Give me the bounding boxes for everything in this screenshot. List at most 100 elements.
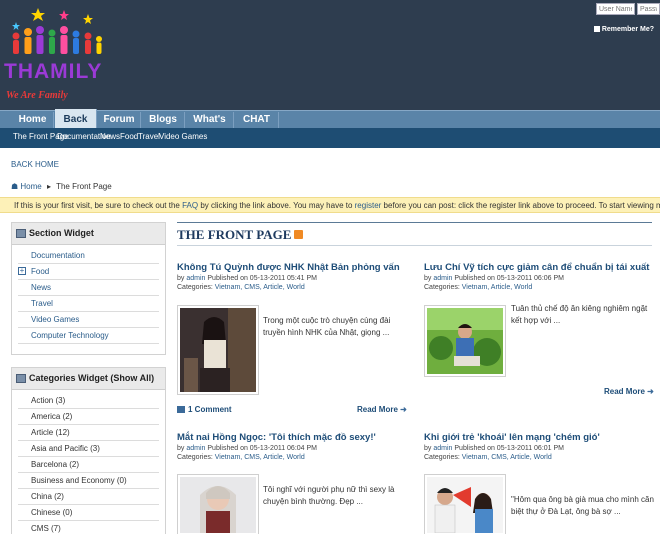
category-links[interactable]: Vietnam, Article, World [462, 284, 533, 291]
expand-plus-icon[interactable]: + [18, 267, 26, 275]
section-item-computer-technology[interactable]: Computer Technology [18, 328, 159, 344]
notice-text: If this is your first visit, be sure to … [14, 201, 183, 210]
post-excerpt: Trong một cuộc trò chuyện cùng đài truyề… [263, 316, 391, 337]
post-meta: by admin Published on 05-13-2011 06:06 P… [424, 274, 564, 292]
welcome-notice: If this is your first visit, be sure to … [0, 197, 660, 213]
categories-label: Categories: [177, 284, 213, 291]
meta-by: by [177, 275, 185, 282]
rss-icon[interactable] [294, 230, 304, 239]
category-item[interactable]: Barcelona (2) [18, 457, 159, 473]
category-item[interactable]: Action (3) [18, 393, 159, 409]
notice-text: by clicking the link above. You may have… [198, 201, 355, 210]
category-item[interactable]: America (2) [18, 409, 159, 425]
family-logo[interactable]: THAMILY We Are Family [2, 6, 110, 104]
category-item[interactable]: Chinese (0) [18, 505, 159, 521]
post-title-link[interactable]: Lưu Chí Vỹ tích cực giảm cân để chuẩn bị… [424, 262, 649, 273]
post-thumbnail[interactable] [424, 305, 506, 377]
categories-widget: Categories Widget (Show All) Action (3) … [11, 367, 166, 534]
tab-back[interactable]: Back [55, 109, 97, 129]
username-input[interactable] [596, 3, 635, 15]
section-item-label: Food [31, 267, 50, 276]
comment-icon [177, 406, 185, 414]
author-link[interactable]: admin [186, 445, 205, 452]
author-link[interactable]: admin [433, 445, 452, 452]
post-meta: by admin Published on 05-13-2011 06:04 P… [177, 444, 317, 462]
post-excerpt: Tuân thủ chế độ ăn kiêng nghiêm ngặt kết… [511, 304, 648, 325]
post-thumbnail[interactable] [424, 474, 506, 534]
category-item[interactable]: Article (12) [18, 425, 159, 441]
logo-tagline: We Are Family [6, 90, 68, 101]
section-item-news[interactable]: News [18, 280, 159, 296]
checkbox-icon[interactable] [593, 26, 600, 33]
publish-date: Published on 05-13-2011 05:41 PM [207, 275, 318, 282]
tab-blogs[interactable]: Blogs [142, 112, 185, 129]
front-page-title: THE FRONT PAGE [177, 227, 304, 243]
tab-forum[interactable]: Forum [98, 112, 141, 129]
category-links[interactable]: Vietnam, CMS, Article, World [215, 284, 305, 291]
main-nav: Home Back Forum Blogs What's New? CHAT [0, 109, 660, 141]
post-title-link[interactable]: Khi giới trẻ 'khoái' lên mạng 'chém gió' [424, 432, 600, 443]
category-item[interactable]: China (2) [18, 489, 159, 505]
categories-label: Categories: [177, 454, 213, 461]
read-more-link[interactable]: Read More ➜ [357, 405, 407, 414]
divider [177, 222, 652, 223]
home-icon[interactable]: ☗ [11, 182, 18, 191]
site-header: THAMILY We Are Family Remember Me? [0, 0, 660, 110]
faq-link[interactable]: FAQ [182, 201, 198, 210]
breadcrumb-home[interactable]: Home [20, 182, 41, 191]
remember-me-checkbox[interactable]: Remember Me? [593, 26, 654, 33]
post-thumbnail[interactable] [177, 474, 259, 534]
subnav-travel[interactable]: Travel [138, 132, 160, 141]
author-link[interactable]: admin [186, 275, 205, 282]
publish-date: Published on 05-13-2011 06:01 PM [454, 445, 565, 452]
category-item[interactable]: Business and Economy (0) [18, 473, 159, 489]
post-image [427, 308, 503, 374]
post-image [427, 477, 503, 534]
section-item-video-games[interactable]: Video Games [18, 312, 159, 328]
comments-count: 1 Comment [188, 405, 232, 414]
register-link[interactable]: register [355, 201, 382, 210]
password-input[interactable] [637, 3, 660, 15]
breadcrumb-separator-icon: ▸ [46, 182, 51, 191]
read-more-label: Read More [357, 405, 398, 414]
tab-home[interactable]: Home [12, 112, 54, 129]
tab-chat[interactable]: CHAT [235, 112, 279, 129]
post-meta: by admin Published on 05-13-2011 06:01 P… [424, 444, 564, 462]
meta-by: by [177, 445, 185, 452]
section-item-travel[interactable]: Travel [18, 296, 159, 312]
subnav-news[interactable]: News [100, 132, 120, 141]
category-links[interactable]: Vietnam, CMS, Article, World [462, 454, 552, 461]
back-home-link[interactable]: BACK HOME [11, 160, 59, 169]
arrow-right-icon: ➜ [647, 387, 654, 396]
post-title-link[interactable]: Không Tú Quỳnh được NHK Nhật Bản phỏng v… [177, 262, 400, 273]
author-link[interactable]: admin [433, 275, 452, 282]
section-item-food[interactable]: + Food [18, 264, 159, 280]
section-item-documentation[interactable]: Documentation [18, 248, 159, 264]
categories-label: Categories: [424, 454, 460, 461]
comments-link[interactable]: 1 Comment [177, 405, 232, 414]
subnav-food[interactable]: Food [120, 132, 138, 141]
logo-text: THAMILY [4, 60, 102, 83]
post-thumbnail[interactable] [177, 305, 259, 395]
post-excerpt: Tôi nghĩ với người phụ nữ thì sexy là ch… [263, 485, 395, 506]
sub-nav: The Front Page Documentation News Food T… [0, 128, 660, 148]
post-image [180, 308, 256, 392]
category-item[interactable]: CMS (7) [18, 521, 159, 534]
categories-widget-title: Categories Widget (Show All) [29, 373, 155, 383]
post-title-link[interactable]: Mắt nai Hồng Ngọc: 'Tôi thích mặc đồ sex… [177, 432, 376, 443]
read-more-link[interactable]: Read More ➜ [604, 387, 654, 396]
breadcrumb-current: The Front Page [56, 182, 112, 191]
category-links[interactable]: Vietnam, CMS, Article, World [215, 454, 305, 461]
notice-text: before you can post: click the register … [383, 201, 660, 210]
widget-icon [16, 229, 26, 238]
categories-widget-header[interactable]: Categories Widget (Show All) [12, 368, 165, 390]
category-item[interactable]: Asia and Pacific (3) [18, 441, 159, 457]
tab-whats-new[interactable]: What's New? [186, 112, 234, 141]
meta-by: by [424, 445, 432, 452]
front-page-title-text: THE FRONT PAGE [177, 227, 292, 242]
widget-icon [16, 374, 26, 383]
arrow-right-icon: ➜ [400, 405, 407, 414]
categories-label: Categories: [424, 284, 460, 291]
subnav-video-games[interactable]: Video Games [159, 132, 207, 141]
divider [177, 245, 652, 246]
